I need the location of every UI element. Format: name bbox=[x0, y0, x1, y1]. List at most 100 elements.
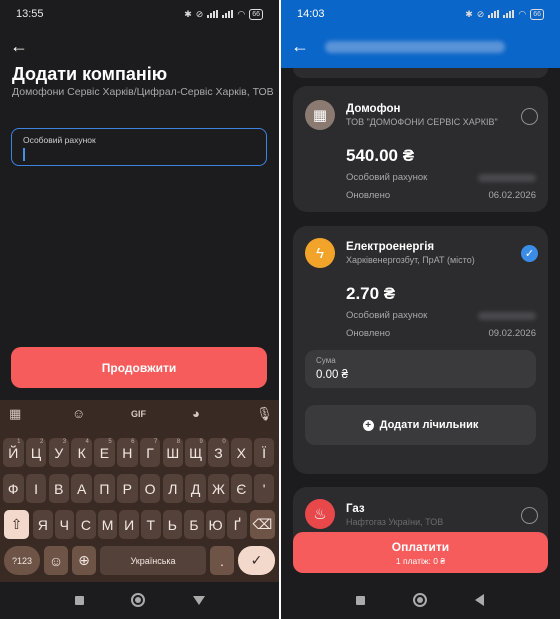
gif-button[interactable]: GIF bbox=[131, 409, 146, 419]
select-radio[interactable] bbox=[521, 108, 538, 125]
key-hint: 8 bbox=[176, 439, 181, 445]
key-label: Ь bbox=[167, 516, 177, 533]
home-icon[interactable] bbox=[131, 593, 145, 607]
key-row3-5[interactable]: Т bbox=[141, 510, 161, 539]
key-5[interactable]: Н6 bbox=[117, 438, 138, 467]
key-row3-0[interactable]: Я bbox=[33, 510, 53, 539]
key-3[interactable]: К4 bbox=[71, 438, 92, 467]
key-row3-3[interactable]: М bbox=[97, 510, 118, 539]
key-row2-5[interactable]: Р bbox=[117, 474, 138, 503]
key-hint: 9 bbox=[199, 439, 203, 445]
updated-label: Оновлено bbox=[346, 190, 391, 201]
key-label: М bbox=[101, 516, 114, 533]
recents-icon[interactable] bbox=[356, 596, 365, 605]
key-11[interactable]: Ї bbox=[253, 438, 275, 467]
sum-field[interactable]: Сума 0.00 ₴ bbox=[305, 350, 536, 388]
key-label: Ґ bbox=[233, 516, 241, 533]
key-label: И bbox=[124, 516, 135, 533]
key-row2-1[interactable]: І bbox=[25, 474, 47, 503]
enter-key[interactable]: ✓ bbox=[238, 546, 275, 575]
key-0[interactable]: Й1 bbox=[3, 438, 24, 467]
pay-button[interactable]: Оплатити 1 платіж: 0 ₴ bbox=[293, 532, 548, 573]
back-nav-icon[interactable] bbox=[475, 594, 484, 606]
hide-keyboard-icon[interactable] bbox=[193, 596, 205, 605]
account-label: Особовий рахунок bbox=[346, 172, 428, 183]
text-caret bbox=[23, 148, 25, 161]
account-number-input[interactable] bbox=[23, 148, 223, 161]
key-7[interactable]: Ш8 bbox=[162, 438, 184, 467]
key-hint: 1 bbox=[17, 439, 21, 445]
backspace-key[interactable]: ⌫ bbox=[250, 510, 275, 539]
key-8[interactable]: Щ9 bbox=[185, 438, 206, 467]
key-label: Х bbox=[236, 444, 246, 461]
lightning-icon: ϟ bbox=[305, 238, 335, 268]
emoji-key[interactable]: ☺ bbox=[44, 546, 68, 575]
period-key[interactable]: . bbox=[210, 546, 234, 575]
key-4[interactable]: Е5 bbox=[94, 438, 115, 467]
shift-key[interactable]: ⇧ bbox=[4, 510, 29, 539]
key-10[interactable]: Х bbox=[231, 438, 252, 467]
select-radio[interactable] bbox=[521, 507, 538, 524]
select-radio-checked[interactable]: ✓ bbox=[521, 245, 538, 262]
key-label: Й bbox=[8, 444, 19, 461]
key-row2-2[interactable]: В bbox=[48, 474, 70, 503]
key-1[interactable]: Ц2 bbox=[25, 438, 47, 467]
keyboard-toolbar: ▦ ☺ GIF ◕ 🎙 bbox=[0, 400, 279, 430]
service-card-electricity[interactable]: ϟ Електроенергія Харківенергозбут, ПрАТ … bbox=[293, 226, 548, 474]
redacted-account bbox=[478, 174, 536, 182]
symbols-key[interactable]: ?123 bbox=[4, 546, 40, 575]
key-row2-8[interactable]: Д bbox=[185, 474, 206, 503]
key-hint: 0 bbox=[222, 439, 226, 445]
account-number-field[interactable]: Особовий рахунок bbox=[11, 128, 267, 166]
key-row2-6[interactable]: О bbox=[139, 474, 161, 503]
service-card-intercom[interactable]: ▦ Домофон ТОВ "ДОМОФОНИ СЕРВІС ХАРКІВ" 5… bbox=[293, 86, 548, 212]
key-row2-4[interactable]: П bbox=[94, 474, 115, 503]
home-icon[interactable] bbox=[413, 593, 427, 607]
back-arrow-icon[interactable]: ← bbox=[10, 36, 28, 57]
key-row2-0[interactable]: Ф bbox=[3, 474, 24, 503]
key-label: О bbox=[144, 480, 156, 497]
palette-icon[interactable]: ◕ bbox=[192, 406, 200, 421]
key-row3-1[interactable]: Ч bbox=[54, 510, 75, 539]
key-row2-9[interactable]: Ж bbox=[208, 474, 229, 503]
service-name: Домофон bbox=[346, 103, 401, 115]
mute-icon: ⊘ bbox=[476, 8, 485, 19]
globe-icon[interactable]: ⊕ bbox=[72, 546, 96, 575]
wifi-icon: ◠ bbox=[518, 8, 527, 19]
key-hint: 6 bbox=[131, 439, 135, 445]
pay-summary: 1 платіж: 0 ₴ bbox=[395, 555, 446, 566]
key-9[interactable]: З0 bbox=[208, 438, 229, 467]
back-arrow-icon[interactable]: ← bbox=[291, 36, 309, 57]
microphone-icon[interactable]: 🎙 bbox=[256, 406, 273, 422]
key-row3-7[interactable]: Б bbox=[184, 510, 204, 539]
service-provider: Харківенергозбут, ПрАТ (місто) bbox=[346, 255, 475, 265]
add-meter-button[interactable]: + Додати лічильник bbox=[305, 405, 536, 445]
sticker-icon[interactable]: ☺ bbox=[72, 406, 85, 421]
continue-button[interactable]: Продовжити bbox=[11, 347, 267, 388]
space-key[interactable]: Українська bbox=[100, 546, 206, 575]
key-row3-4[interactable]: И bbox=[119, 510, 139, 539]
key-row3-8[interactable]: Ю bbox=[205, 510, 226, 539]
bluetooth-icon: ✱ bbox=[465, 8, 473, 19]
service-amount: 2.70 ₴ bbox=[346, 284, 396, 303]
key-hint: 5 bbox=[108, 439, 112, 445]
key-row2-10[interactable]: Є bbox=[231, 474, 252, 503]
key-row3-9[interactable]: Ґ bbox=[227, 510, 247, 539]
key-row2-3[interactable]: А bbox=[71, 474, 92, 503]
key-label: ' bbox=[262, 480, 266, 497]
updated-date: 09.02.2026 bbox=[488, 328, 536, 339]
recents-icon[interactable] bbox=[75, 596, 84, 605]
key-row3-6[interactable]: Ь bbox=[162, 510, 183, 539]
apps-grid-icon[interactable]: ▦ bbox=[9, 406, 21, 422]
battery-icon: 66 bbox=[249, 8, 263, 20]
key-2[interactable]: У3 bbox=[48, 438, 70, 467]
key-row3-2[interactable]: С bbox=[76, 510, 96, 539]
key-label: Н bbox=[122, 444, 133, 461]
key-label: Т bbox=[146, 516, 156, 533]
sum-value: 0.00 ₴ bbox=[316, 369, 348, 381]
key-row2-11[interactable]: ' bbox=[253, 474, 275, 503]
key-row2-7[interactable]: Л bbox=[162, 474, 184, 503]
intercom-icon: ▦ bbox=[305, 100, 335, 130]
key-hint: 2 bbox=[39, 439, 44, 445]
key-6[interactable]: Г7 bbox=[139, 438, 161, 467]
